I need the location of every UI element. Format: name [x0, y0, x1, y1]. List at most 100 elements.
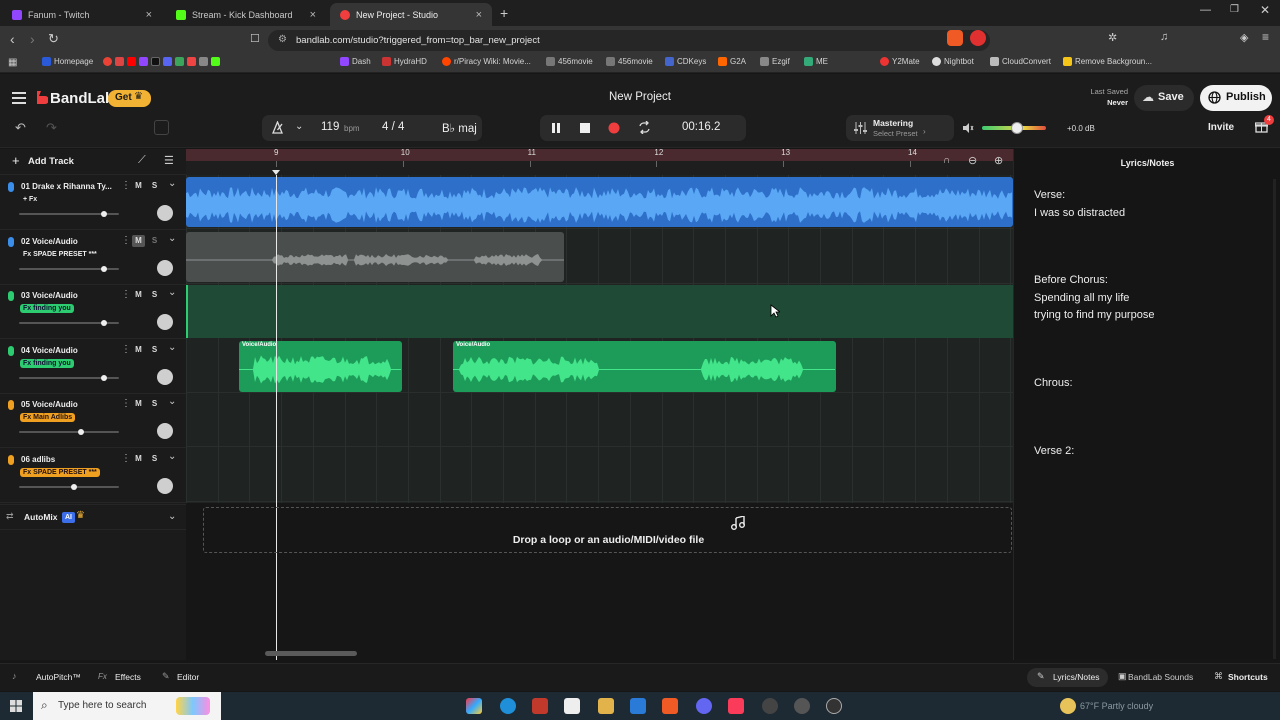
pan-knob[interactable] — [157, 423, 173, 440]
media-player-icon[interactable] — [826, 698, 842, 714]
track-name[interactable]: 04 Voice/Audio — [21, 346, 116, 355]
track-header-3[interactable]: 03 Voice/Audio Fx finding you ⋮ M S ⌄ — [0, 285, 186, 340]
lyrics-line[interactable]: Chrous: — [1034, 377, 1073, 389]
track-volume-slider[interactable] — [19, 374, 119, 381]
zoom-out-icon[interactable]: ⊖ — [968, 154, 977, 167]
track-volume-slider[interactable] — [19, 429, 119, 436]
close-icon[interactable]: × — [310, 9, 316, 21]
bandlab-sounds-button[interactable]: ▣ BandLab Sounds — [1118, 671, 1198, 685]
shortcuts-button[interactable]: ⌘ Shortcuts — [1214, 671, 1276, 685]
taskbar-search[interactable]: ⌕ Type here to search — [33, 692, 221, 720]
metronome-icon[interactable] — [271, 121, 284, 134]
lyrics-line[interactable]: Before Chorus: — [1034, 274, 1108, 286]
lyrics-line[interactable]: Verse 2: — [1034, 445, 1074, 457]
track-header-1[interactable]: 01 Drake x Rihanna Ty... + Fx ⋮ M S ⌄ — [0, 176, 186, 230]
track-header-5[interactable]: 05 Voice/Audio Fx Main Adlibs ⋮ M S ⌄ — [0, 394, 186, 449]
track-fx-badge[interactable]: Fx Main Adlibs — [20, 413, 76, 423]
maximize-button[interactable]: ❐ — [1230, 4, 1239, 15]
chevron-down-icon[interactable]: ⌄ — [168, 233, 176, 244]
bookmark-cloudconvert[interactable]: CloudConvert — [990, 57, 1051, 66]
store-icon[interactable] — [630, 698, 646, 714]
get-membership-button[interactable]: Get ♛ — [108, 90, 151, 107]
mute-button[interactable]: M — [132, 344, 145, 356]
snap-magnet-icon[interactable]: ∩ — [943, 155, 950, 166]
redo-icon[interactable]: ↷ — [46, 120, 57, 136]
solo-button[interactable]: S — [148, 289, 161, 301]
tab-kick[interactable]: Stream - Kick Dashboard × — [166, 3, 326, 26]
editor-button[interactable]: ✎ Editor — [162, 671, 212, 685]
tab-studio[interactable]: New Project - Studio × — [330, 3, 492, 26]
track-more-icon[interactable]: ⋮ — [121, 453, 131, 464]
lyrics-line[interactable]: Spending all my life — [1034, 292, 1129, 304]
record-to-disk-icon[interactable] — [154, 120, 169, 135]
invite-button[interactable]: Invite — [1208, 122, 1234, 133]
track-header-2[interactable]: 02 Voice/Audio Fx SPADE PRESET *** ⋮ M S ⌄ — [0, 231, 186, 285]
bookmark-g2a[interactable]: G2A — [718, 57, 746, 66]
back-icon[interactable]: ‹ — [10, 31, 15, 47]
pause-icon[interactable] — [550, 122, 562, 134]
effects-button[interactable]: Fx Effects — [98, 671, 148, 685]
mute-button[interactable]: M — [132, 289, 145, 301]
wallet-icon[interactable]: ◈ — [1240, 31, 1248, 44]
pan-knob[interactable] — [157, 259, 173, 276]
chevron-down-icon[interactable]: ⌄ — [168, 396, 176, 407]
tab-twitch[interactable]: Fanum - Twitch × — [2, 3, 162, 26]
discord-icon[interactable] — [696, 698, 712, 714]
lane-track-5[interactable] — [186, 393, 1013, 448]
solo-button[interactable]: S — [148, 235, 161, 247]
track-fx-badge[interactable]: Fx finding you — [20, 304, 74, 314]
solo-button[interactable]: S — [148, 453, 161, 465]
track-name[interactable]: 02 Voice/Audio — [21, 237, 116, 246]
zoom-in-icon[interactable]: ⊕ — [994, 154, 1003, 167]
minimize-button[interactable]: — — [1200, 4, 1211, 16]
mute-button[interactable]: M — [132, 234, 145, 247]
mute-button[interactable]: M — [132, 180, 145, 192]
wand-icon[interactable]: ⟋ — [138, 154, 146, 167]
lyrics-notes-toggle[interactable]: ✎ Lyrics/Notes — [1027, 668, 1108, 687]
add-track-button[interactable]: + Add Track — [10, 153, 80, 169]
bookmark-me[interactable]: ME — [804, 57, 828, 66]
chevron-down-icon[interactable]: ⌄ — [295, 121, 303, 132]
track-header-4[interactable]: 04 Voice/Audio Fx finding you ⋮ M S ⌄ — [0, 340, 186, 394]
chevron-down-icon[interactable]: ⌄ — [168, 287, 176, 298]
undo-icon[interactable]: ↶ — [15, 120, 26, 136]
apps-icon[interactable]: ▦ — [8, 57, 17, 68]
bookmark-homepage[interactable]: Homepage — [42, 57, 93, 66]
app-icon[interactable] — [532, 698, 548, 714]
track-more-icon[interactable]: ⋮ — [121, 235, 131, 246]
track-more-icon[interactable]: ⋮ — [121, 180, 131, 191]
mute-button[interactable]: M — [132, 453, 145, 465]
bookmark-icon[interactable]: ☐ — [250, 32, 260, 45]
app-icon-2[interactable] — [794, 698, 810, 714]
solo-button[interactable]: S — [148, 344, 161, 356]
dc-icon[interactable] — [564, 698, 580, 714]
bookmark-y2mate[interactable]: Y2Mate — [880, 57, 920, 66]
chevron-down-icon[interactable]: ⌄ — [168, 451, 176, 462]
track-fx-badge[interactable]: Fx SPADE PRESET *** — [20, 250, 100, 259]
track-fx-badge[interactable]: Fx finding you — [20, 358, 74, 368]
key-signature[interactable]: B♭ maj — [442, 121, 477, 135]
chevron-down-icon[interactable]: ⌄ — [168, 178, 176, 189]
window-close-button[interactable]: ✕ — [1260, 3, 1270, 17]
lyrics-line[interactable]: Verse: — [1034, 189, 1065, 201]
file-explorer-icon[interactable] — [598, 698, 614, 714]
track-more-icon[interactable]: ⋮ — [121, 398, 131, 409]
bookmark-hydrahd[interactable]: HydraHD — [382, 57, 427, 66]
pan-knob[interactable] — [157, 314, 173, 331]
mastering-button[interactable]: Mastering Select Preset › — [846, 115, 954, 141]
publish-button[interactable]: Publish — [1200, 85, 1272, 111]
track-name[interactable]: 03 Voice/Audio — [21, 291, 116, 300]
site-info-icon[interactable]: ⚙ — [278, 34, 287, 45]
url-bar[interactable]: ⚙ bandlab.com/studio?triggered_from=top_… — [268, 30, 990, 51]
track-name[interactable]: 05 Voice/Audio — [21, 400, 116, 409]
volume-knob[interactable] — [101, 320, 107, 327]
pan-knob[interactable] — [157, 205, 173, 221]
close-icon[interactable]: × — [146, 9, 152, 21]
track-fx-badge[interactable]: + Fx — [20, 195, 40, 204]
horizontal-scrollbar[interactable] — [265, 651, 357, 656]
volume-knob[interactable] — [101, 265, 107, 272]
playhead-marker[interactable] — [272, 170, 280, 175]
lane-track-6[interactable] — [186, 448, 1013, 502]
track-settings-icon[interactable]: ☰ — [164, 154, 174, 167]
volume-knob[interactable] — [71, 484, 77, 490]
